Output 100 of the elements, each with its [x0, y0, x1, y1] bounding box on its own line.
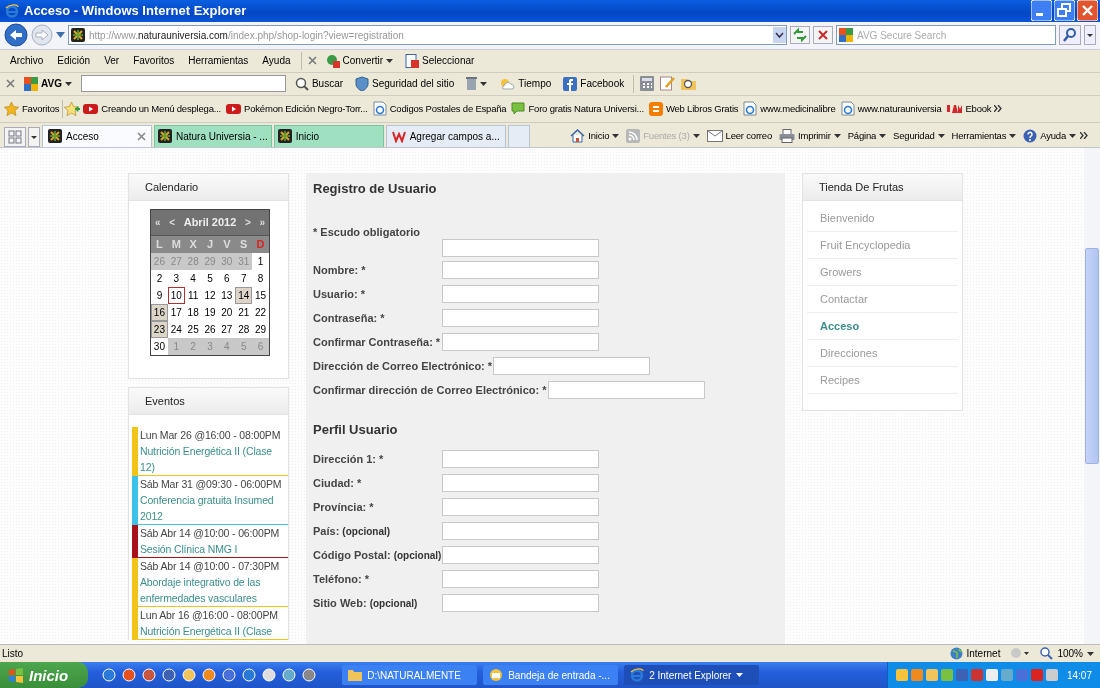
nav-arrow[interactable]: « — [155, 216, 161, 228]
tab-list-icon[interactable] — [28, 126, 40, 147]
caret-icon[interactable] — [480, 81, 488, 86]
protected-mode-icon[interactable] — [1010, 647, 1031, 660]
quick-launch-icon[interactable] — [102, 668, 117, 682]
taskbar-button[interactable]: 2 Internet Explorer — [624, 665, 760, 685]
quick-launch-icon[interactable] — [242, 668, 257, 682]
menu-item[interactable]: Edición — [53, 53, 95, 69]
tray-icon[interactable] — [895, 669, 908, 681]
text-field[interactable] — [442, 473, 599, 492]
caret-icon[interactable] — [1069, 133, 1076, 138]
tray-icon[interactable] — [925, 669, 938, 681]
text-field[interactable] — [442, 238, 599, 257]
stop-button[interactable] — [813, 26, 833, 45]
caret-icon[interactable] — [937, 133, 945, 138]
search-field[interactable] — [80, 75, 286, 93]
event-link[interactable]: Conferencia gratuita Insumed 2012 — [140, 491, 288, 524]
more-icon[interactable] — [994, 105, 1003, 113]
browser-tab[interactable]: Acceso — [42, 124, 152, 147]
quick-launch-icon[interactable] — [182, 668, 197, 682]
convert-button[interactable]: Convertir — [322, 52, 397, 69]
dropdown-icon[interactable] — [1084, 25, 1096, 46]
toolbar-button[interactable]: Tiempo — [496, 75, 555, 92]
caret-icon[interactable] — [612, 133, 620, 138]
browser-tab[interactable]: Natura Universia - ... — [154, 124, 272, 147]
nav-arrow[interactable]: > — [244, 216, 251, 228]
text-field[interactable] — [442, 521, 599, 540]
event-link[interactable]: Sesión Clínica NMG I — [140, 540, 288, 557]
event-link[interactable]: Nutrición Energética II (Clase — [140, 622, 288, 639]
text-field[interactable] — [442, 284, 599, 303]
command-button[interactable]: Página — [844, 129, 890, 143]
quick-launch-icon[interactable] — [222, 668, 237, 682]
favorite-link[interactable]: Ebook — [944, 101, 994, 116]
caret-icon[interactable] — [1009, 133, 1017, 138]
more-icon[interactable] — [1080, 132, 1088, 140]
menu-link[interactable]: Acceso — [807, 312, 958, 340]
quick-launch-icon[interactable] — [162, 668, 177, 682]
restore-button[interactable] — [1054, 0, 1075, 22]
text-field[interactable] — [442, 332, 599, 351]
add-favorite-icon[interactable] — [64, 101, 81, 116]
browser-tab[interactable]: Inicio — [273, 124, 384, 147]
event-link[interactable]: Abordaje integrativo de las enfermedades vasculares — [140, 573, 288, 606]
favorite-link[interactable]: Foro gratis Natura Universi... — [509, 101, 646, 117]
text-field[interactable] — [547, 380, 705, 399]
select-button[interactable]: Seleccionar — [402, 52, 478, 69]
quick-launch-icon[interactable] — [302, 668, 317, 682]
text-field[interactable] — [442, 449, 599, 468]
text-field[interactable] — [442, 497, 599, 516]
command-button[interactable]: Inicio — [567, 127, 623, 144]
command-button[interactable]: Herramientas — [948, 129, 1020, 143]
close-button[interactable] — [1077, 0, 1098, 22]
quick-launch-icon[interactable] — [282, 668, 297, 682]
address-field[interactable]: http://www.naturauniversia.com/index.php/shop-login?view=registration — [68, 25, 787, 46]
text-field[interactable] — [493, 356, 651, 375]
quick-launch-icon[interactable] — [122, 668, 137, 682]
nav-arrow[interactable]: < — [169, 216, 176, 228]
scrollbar-thumb[interactable] — [1085, 247, 1099, 465]
scrollbar[interactable] — [1084, 147, 1100, 645]
nav-arrow[interactable]: » — [259, 216, 265, 228]
calculator-icon[interactable] — [640, 76, 655, 92]
taskbar-button[interactable]: D:\NATURALMENTE — [342, 665, 478, 685]
event-link[interactable]: Nutrición Energética II (Clase 12) — [140, 442, 288, 475]
favorite-link[interactable]: Web Libros Gratis — [646, 100, 741, 117]
folder-search-icon[interactable] — [681, 76, 698, 92]
search-field[interactable]: AVG Secure Search — [836, 25, 1056, 46]
zoom-button[interactable]: 100% — [1040, 647, 1094, 660]
browser-tab[interactable]: Agregar campos a... — [385, 124, 506, 147]
text-field[interactable] — [442, 260, 599, 279]
command-button[interactable]: Ayuda — [1020, 127, 1079, 144]
command-button[interactable]: Imprimir — [776, 127, 844, 144]
favorite-link[interactable]: Pokémon Edición Negro-Torr... — [224, 101, 370, 116]
tray-icon[interactable] — [1045, 669, 1058, 681]
close-icon[interactable] — [137, 131, 146, 141]
notepad-icon[interactable] — [660, 76, 676, 92]
favorite-link[interactable]: Creando un Menú desplega... — [81, 101, 224, 116]
favorites-button[interactable]: Favoritos — [2, 100, 62, 117]
caret-icon[interactable] — [64, 81, 72, 86]
quick-launch-icon[interactable] — [202, 668, 217, 682]
start-button[interactable]: Inicio — [0, 662, 89, 688]
caret-icon[interactable] — [833, 133, 841, 138]
text-field[interactable] — [442, 593, 599, 612]
menu-item[interactable]: Archivo — [6, 53, 48, 69]
menu-item[interactable]: Herramientas — [184, 53, 253, 69]
menu-item[interactable]: Ayuda — [258, 53, 295, 69]
command-button[interactable]: Leer correo — [703, 128, 775, 143]
search-button[interactable] — [1059, 25, 1081, 46]
text-field[interactable] — [442, 545, 600, 564]
taskbar-button[interactable]: Bandeja de entrada -... — [483, 665, 619, 685]
toolbar-button[interactable]: Seguridad del sitio — [352, 75, 458, 93]
toolbar-button[interactable]: Buscar — [291, 75, 347, 92]
menu-item[interactable]: Favoritos — [129, 53, 179, 69]
caret-icon[interactable] — [879, 133, 887, 138]
text-field[interactable] — [442, 569, 599, 588]
dropdown-icon[interactable] — [773, 27, 786, 44]
favorite-link[interactable]: www.medicinalibre — [741, 100, 838, 118]
menu-item[interactable]: Ver — [100, 53, 124, 69]
caret-icon[interactable] — [386, 58, 394, 63]
back-button[interactable] — [4, 23, 28, 48]
quick-launch-icon[interactable] — [262, 668, 277, 682]
quick-launch-icon[interactable] — [142, 668, 157, 682]
